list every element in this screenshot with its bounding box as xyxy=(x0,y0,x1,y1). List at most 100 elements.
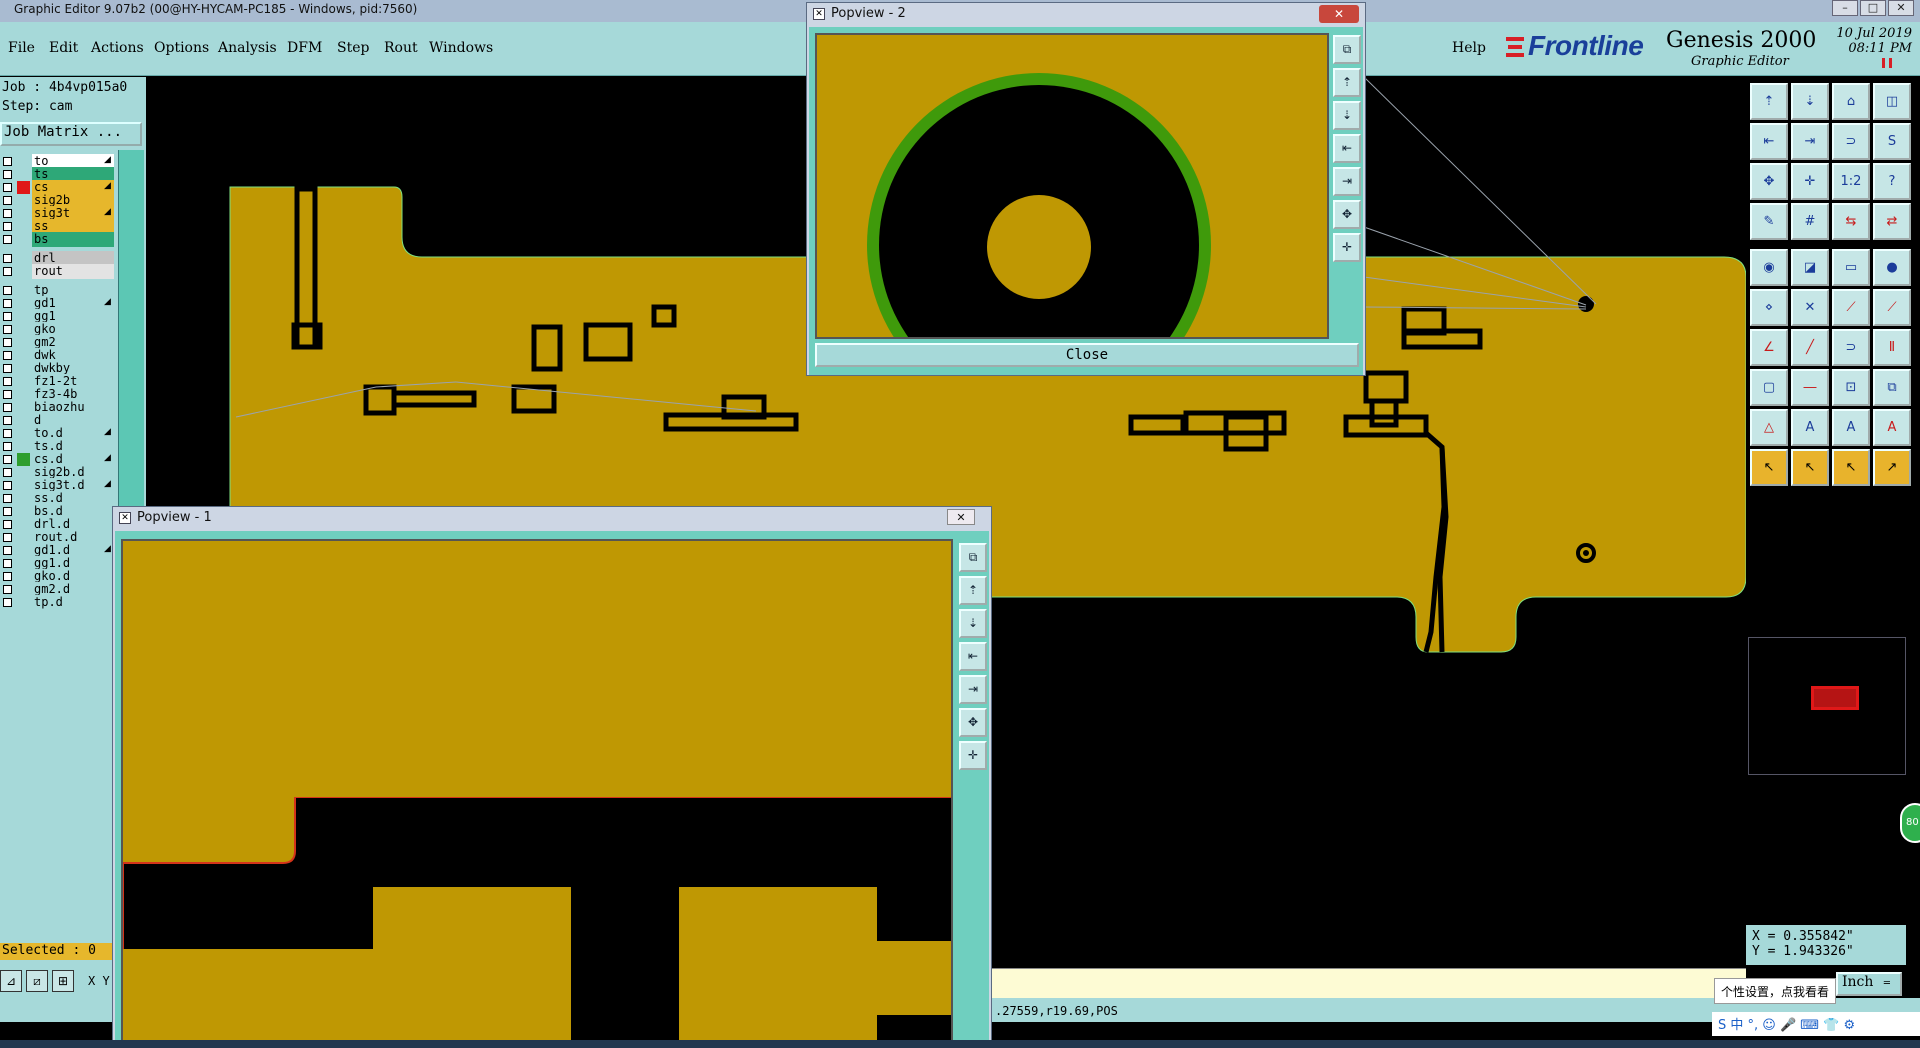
text-a-underline-icon[interactable]: A xyxy=(1832,409,1870,446)
pv2-zoom-in-icon[interactable]: ⇡ xyxy=(1333,68,1361,97)
pv2-prev-icon[interactable]: ⇤ xyxy=(1333,134,1361,163)
layer-checkbox[interactable] xyxy=(3,338,12,347)
popview-1-close-button[interactable]: ✕ xyxy=(947,509,975,525)
slash-icon[interactable]: ╱ xyxy=(1791,329,1829,366)
pv2-expand-icon[interactable]: ✥ xyxy=(1333,200,1361,229)
layer-checkbox[interactable] xyxy=(3,546,12,555)
measure-ruler-icon[interactable]: ▭ xyxy=(1832,249,1870,286)
measure-icon[interactable]: ⧄ xyxy=(26,970,48,992)
close-window-button[interactable]: ✕ xyxy=(1888,0,1914,16)
layer-checkbox[interactable] xyxy=(3,390,12,399)
text-a-red-icon[interactable]: A xyxy=(1873,409,1911,446)
pv1-pan-icon[interactable]: ✛ xyxy=(959,741,987,770)
menu-rout[interactable]: Rout xyxy=(384,40,418,56)
menu-edit[interactable]: Edit xyxy=(49,40,78,56)
home-icon[interactable]: ⌂ xyxy=(1832,83,1870,120)
layer-checkbox[interactable] xyxy=(3,481,12,490)
pad-add-icon[interactable]: ▢ xyxy=(1750,369,1788,406)
scale-1-2-icon[interactable]: 1:2 xyxy=(1832,163,1870,200)
split-view-icon[interactable]: ◫ xyxy=(1873,83,1911,120)
popview-2-close-x-button[interactable]: ✕ xyxy=(1319,5,1359,23)
pv2-zoom-out-icon[interactable]: ⇣ xyxy=(1333,101,1361,130)
layer-name[interactable]: bs xyxy=(32,232,114,247)
layer-checkbox[interactable] xyxy=(3,416,12,425)
layer-checkbox[interactable] xyxy=(3,403,12,412)
angle-icon[interactable]: ∠ xyxy=(1750,329,1788,366)
text-a-icon[interactable]: A xyxy=(1791,409,1829,446)
layer-checkbox[interactable] xyxy=(3,209,12,218)
layer-checkbox[interactable] xyxy=(3,598,12,607)
pv1-next-icon[interactable]: ⇥ xyxy=(959,675,987,704)
layer-checkbox[interactable] xyxy=(3,533,12,542)
layer-color-swatch[interactable] xyxy=(17,596,30,609)
pointer-icon[interactable]: ↖ xyxy=(1750,449,1788,486)
arc-icon[interactable]: ⊃ xyxy=(1832,329,1870,366)
layer-checkbox[interactable] xyxy=(3,196,12,205)
triangle-icon[interactable]: △ xyxy=(1750,409,1788,446)
layer-checkbox[interactable] xyxy=(3,572,12,581)
layer-name[interactable]: rout xyxy=(32,264,114,279)
layer-checkbox[interactable] xyxy=(3,507,12,516)
layer-checkbox[interactable] xyxy=(3,585,12,594)
menu-step[interactable]: Step xyxy=(337,40,369,56)
grid-toggle-icon[interactable]: # xyxy=(1791,203,1829,240)
layer-checkbox[interactable] xyxy=(3,254,12,263)
layer-checkbox[interactable] xyxy=(3,364,12,373)
menu-windows[interactable]: Windows xyxy=(429,40,493,56)
popview-2-canvas[interactable] xyxy=(815,33,1329,339)
layer-checkbox[interactable] xyxy=(3,312,12,321)
pan-icon[interactable]: ✛ xyxy=(1791,163,1829,200)
pv1-prev-icon[interactable]: ⇤ xyxy=(959,642,987,671)
prev-view-icon[interactable]: ⇤ xyxy=(1750,123,1788,160)
line-add-icon[interactable]: ― xyxy=(1791,369,1829,406)
open-layer-icon[interactable]: ⇡ xyxy=(1750,83,1788,120)
pattern-icon[interactable]: Ⅱ xyxy=(1873,329,1911,366)
layer-checkbox[interactable] xyxy=(3,455,12,464)
layer-checkbox[interactable] xyxy=(3,429,12,438)
menu-dfm[interactable]: DFM xyxy=(287,40,322,56)
pointer-box-icon[interactable]: ↖ xyxy=(1832,449,1870,486)
layer-row[interactable]: rout xyxy=(0,264,116,279)
layer-checkbox[interactable] xyxy=(3,377,12,386)
pv2-next-icon[interactable]: ⇥ xyxy=(1333,167,1361,196)
layer-row[interactable]: bs xyxy=(0,232,116,247)
pointer-select-icon[interactable]: ↖ xyxy=(1791,449,1829,486)
layer-checkbox[interactable] xyxy=(3,559,12,568)
layer-color-swatch[interactable] xyxy=(17,265,30,278)
popview-1-window[interactable]: ✕ Popview - 1 ✕ ⧉ ⇡ ⇣ ⇤ ⇥ ✥ ✛ xyxy=(112,506,992,1047)
layer-checkbox[interactable] xyxy=(3,468,12,477)
minimap[interactable] xyxy=(1748,637,1906,775)
next-view-icon[interactable]: ⇥ xyxy=(1791,123,1829,160)
layer-checkbox[interactable] xyxy=(3,170,12,179)
layer-checkbox[interactable] xyxy=(3,351,12,360)
job-matrix-button[interactable]: Job Matrix ... xyxy=(0,122,142,146)
draw-tool-icon[interactable]: ✎ xyxy=(1750,203,1788,240)
menu-help[interactable]: Help xyxy=(1452,40,1486,56)
pv2-fit-icon[interactable]: ⧉ xyxy=(1333,35,1361,64)
menu-file[interactable]: File xyxy=(8,40,35,56)
layer-checkbox[interactable] xyxy=(3,494,12,503)
help-icon[interactable]: ? xyxy=(1873,163,1911,200)
layer-row[interactable]: tp.d xyxy=(0,595,116,610)
layer-checkbox[interactable] xyxy=(3,222,12,231)
circle-fill-icon[interactable]: ● xyxy=(1873,249,1911,286)
menu-analysis[interactable]: Analysis xyxy=(218,40,277,56)
snap-icon[interactable]: ⊿ xyxy=(0,970,22,992)
line-node-2-icon[interactable]: ⟋ xyxy=(1873,289,1911,326)
zoom-fit-icon[interactable]: ✥ xyxy=(1750,163,1788,200)
layer-compare-icon[interactable]: ⇆ xyxy=(1832,203,1870,240)
ime-toolbar[interactable]: S 中 °, ☺ 🎤 ⌨ 👕 ⚙ xyxy=(1712,1012,1920,1036)
toggle-icon[interactable]: ⊃ xyxy=(1832,123,1870,160)
box-add-icon[interactable]: ⊡ xyxy=(1832,369,1870,406)
layer-checkbox[interactable] xyxy=(3,299,12,308)
pv2-pan-icon[interactable]: ✛ xyxy=(1333,233,1361,262)
pointer-move-icon[interactable]: ↗ xyxy=(1873,449,1911,486)
layer-name[interactable]: tp.d xyxy=(32,595,114,610)
multi-add-icon[interactable]: ⧉ xyxy=(1873,369,1911,406)
popview-2-close-button[interactable]: Close xyxy=(815,343,1359,367)
layer-checkbox[interactable] xyxy=(3,267,12,276)
layer-checkbox[interactable] xyxy=(3,286,12,295)
layer-checkbox[interactable] xyxy=(3,183,12,192)
layer-checkbox[interactable] xyxy=(3,520,12,529)
popview-1-canvas[interactable] xyxy=(121,539,953,1047)
